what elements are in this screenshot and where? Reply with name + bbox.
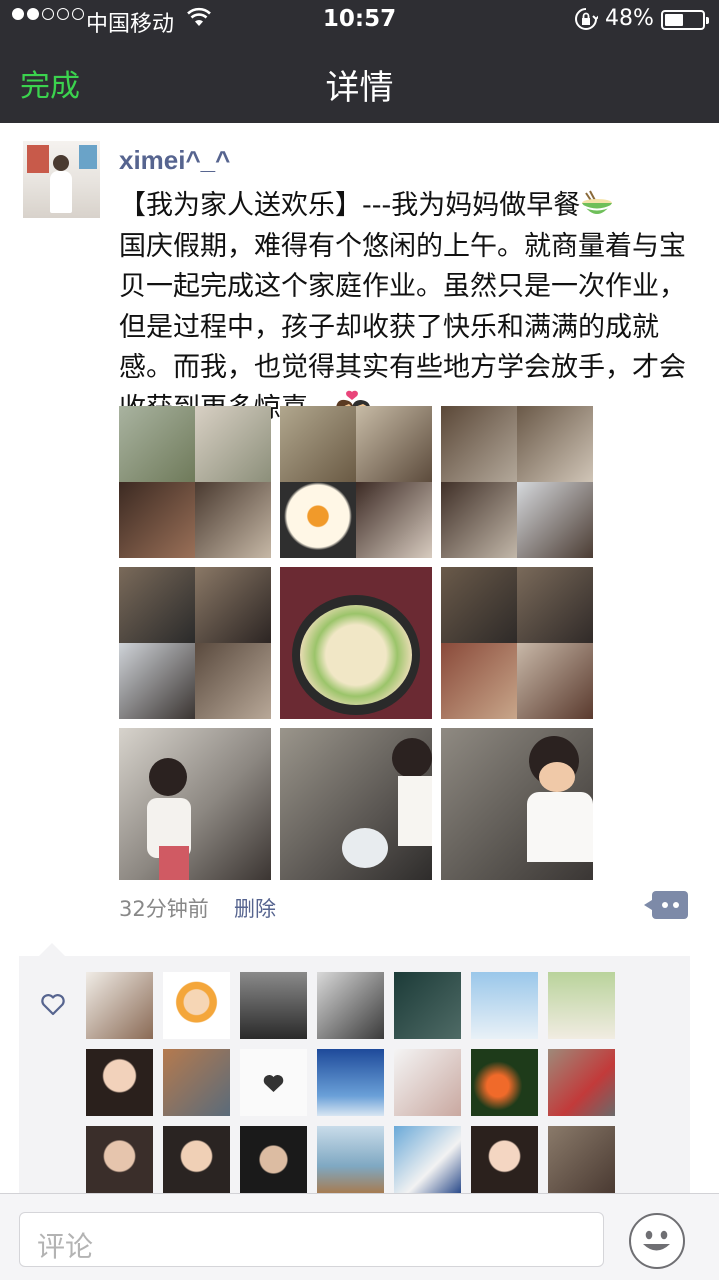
liker-avatar[interactable] <box>163 972 230 1039</box>
comment-input[interactable]: 评论 <box>19 1212 604 1267</box>
likes-panel <box>19 943 690 1196</box>
top-bar: 中国移动 10:57 48% 完成 详情 <box>0 0 719 123</box>
heart-outline-icon <box>40 993 66 1021</box>
liker-avatar[interactable] <box>394 972 461 1039</box>
post-body: 国庆假期，难得有个悠闲的上午。就商量着与宝贝一起完成这个家庭作业。虽然只是一次作… <box>119 230 686 424</box>
liker-avatar[interactable] <box>240 1049 307 1116</box>
liker-avatar[interactable] <box>317 972 384 1039</box>
smiley-icon[interactable] <box>629 1213 685 1269</box>
author-avatar[interactable] <box>23 141 100 218</box>
photo-6[interactable] <box>441 567 593 719</box>
photo-2[interactable] <box>280 406 432 558</box>
liker-avatar[interactable] <box>86 1049 153 1116</box>
photo-3[interactable] <box>441 406 593 558</box>
post-text: 【我为家人送欢乐】---我为妈妈做早餐 国庆假期，难得有个悠闲的上午。就商量着与… <box>119 186 699 429</box>
liker-avatar[interactable] <box>471 1126 538 1193</box>
liker-avatar[interactable] <box>394 1049 461 1116</box>
author-name[interactable]: ximei^_^ <box>119 145 230 176</box>
rotation-lock-icon <box>574 7 600 37</box>
liker-avatar[interactable] <box>548 972 615 1039</box>
liker-avatar[interactable] <box>86 972 153 1039</box>
liker-avatar[interactable] <box>471 1049 538 1116</box>
liker-avatar[interactable] <box>548 1126 615 1193</box>
photo-5[interactable] <box>280 567 432 719</box>
liker-avatar[interactable] <box>163 1049 230 1116</box>
comment-bar: 评论 <box>0 1193 719 1280</box>
liker-avatar[interactable] <box>317 1049 384 1116</box>
liker-avatar[interactable] <box>317 1126 384 1193</box>
liker-avatar[interactable] <box>548 1049 615 1116</box>
photo-1[interactable] <box>119 406 271 558</box>
post-time: 32分钟前 <box>119 897 209 921</box>
status-bar: 中国移动 10:57 48% <box>0 0 719 40</box>
page-title: 详情 <box>325 68 394 108</box>
liker-avatar[interactable] <box>471 972 538 1039</box>
photo-8[interactable] <box>280 728 432 880</box>
liker-avatar[interactable] <box>240 1126 307 1193</box>
liker-avatar[interactable] <box>163 1126 230 1193</box>
nav-bar: 完成 详情 <box>0 40 719 123</box>
photo-grid <box>119 406 593 880</box>
photo-9[interactable] <box>441 728 593 880</box>
noodle-bowl-icon <box>580 189 614 219</box>
photo-4[interactable] <box>119 567 271 719</box>
post-title-line: 【我为家人送欢乐】---我为妈妈做早餐 <box>119 190 581 221</box>
liker-avatar[interactable] <box>86 1126 153 1193</box>
delete-button[interactable]: 删除 <box>234 893 276 923</box>
battery-percent: 48% <box>605 6 654 31</box>
liker-avatar[interactable] <box>394 1126 461 1193</box>
liker-avatar[interactable] <box>240 972 307 1039</box>
battery-icon <box>661 10 709 30</box>
comment-bubble-icon[interactable] <box>644 891 688 919</box>
photo-7[interactable] <box>119 728 271 880</box>
